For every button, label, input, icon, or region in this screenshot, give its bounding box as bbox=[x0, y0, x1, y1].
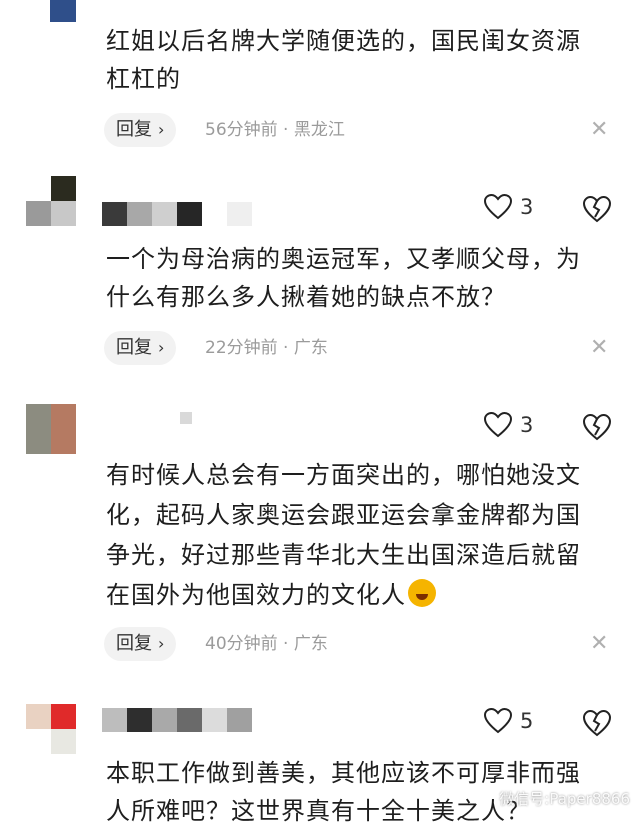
like-button[interactable]: 3 bbox=[484, 194, 533, 220]
comment-region: 黑龙江 bbox=[293, 120, 345, 140]
chevron-right-icon: › bbox=[158, 120, 165, 139]
username[interactable] bbox=[102, 202, 252, 226]
like-count: 3 bbox=[520, 413, 534, 437]
avatar[interactable] bbox=[26, 704, 76, 754]
comment-region: 广东 bbox=[293, 338, 328, 358]
dislike-button[interactable] bbox=[582, 413, 612, 445]
avatar[interactable] bbox=[26, 404, 76, 454]
dislike-button[interactable] bbox=[582, 195, 612, 227]
broken-heart-icon bbox=[582, 413, 612, 441]
broken-heart-icon bbox=[582, 195, 612, 223]
comment-text: 一个为母治病的奥运冠军，又孝顺父母，为 什么有那么多人揪着她的缺点不放？ bbox=[106, 245, 581, 311]
avatar[interactable] bbox=[50, 0, 76, 22]
chevron-right-icon: › bbox=[158, 634, 165, 653]
comment-region: 广东 bbox=[293, 634, 328, 654]
dislike-button[interactable] bbox=[582, 709, 612, 741]
comment-time: 22分钟前 bbox=[205, 338, 278, 358]
reply-label: 回复 bbox=[116, 337, 152, 358]
comment-meta: 22分钟前 · 广东 bbox=[205, 331, 328, 365]
heart-icon bbox=[484, 412, 512, 438]
reply-label: 回复 bbox=[116, 633, 152, 654]
like-count: 5 bbox=[520, 709, 534, 733]
comment-text: 有时候人总会有一方面突出的，哪怕她没文 化，起码人家奥运会跟亚运会拿金牌都为国 … bbox=[106, 455, 626, 615]
close-icon[interactable]: ✕ bbox=[590, 331, 608, 365]
broken-heart-icon bbox=[582, 709, 612, 737]
avatar[interactable] bbox=[26, 176, 76, 226]
comment-meta: 56分钟前 · 黑龙江 bbox=[205, 113, 345, 147]
meta-separator: · bbox=[283, 338, 289, 358]
comment-time: 56分钟前 bbox=[205, 120, 278, 140]
laughing-crying-emoji-icon bbox=[408, 579, 436, 607]
chevron-right-icon: › bbox=[158, 338, 165, 357]
close-icon[interactable]: ✕ bbox=[590, 113, 608, 147]
username[interactable] bbox=[102, 708, 252, 732]
like-button[interactable]: 3 bbox=[484, 412, 533, 438]
username[interactable] bbox=[180, 412, 192, 424]
heart-icon bbox=[484, 708, 512, 734]
comment-text-body: 有时候人总会有一方面突出的，哪怕她没文 化，起码人家奥运会跟亚运会拿金牌都为国 … bbox=[106, 461, 581, 609]
comment-meta: 40分钟前 · 广东 bbox=[205, 627, 328, 661]
watermark: 微信号:Paper8866 bbox=[499, 790, 630, 808]
reply-label: 回复 bbox=[116, 119, 152, 140]
close-icon[interactable]: ✕ bbox=[590, 627, 608, 661]
like-count: 3 bbox=[520, 195, 534, 219]
heart-icon bbox=[484, 194, 512, 220]
meta-separator: · bbox=[283, 634, 289, 654]
comment-time: 40分钟前 bbox=[205, 634, 278, 654]
reply-button[interactable]: 回复 › bbox=[104, 627, 177, 661]
meta-separator: · bbox=[283, 120, 289, 140]
reply-button[interactable]: 回复 › bbox=[104, 113, 177, 147]
comment-text: 红姐以后名牌大学随便选的，国民闺女资源 杠杠的 bbox=[106, 27, 581, 93]
reply-button[interactable]: 回复 › bbox=[104, 331, 177, 365]
like-button[interactable]: 5 bbox=[484, 708, 533, 734]
